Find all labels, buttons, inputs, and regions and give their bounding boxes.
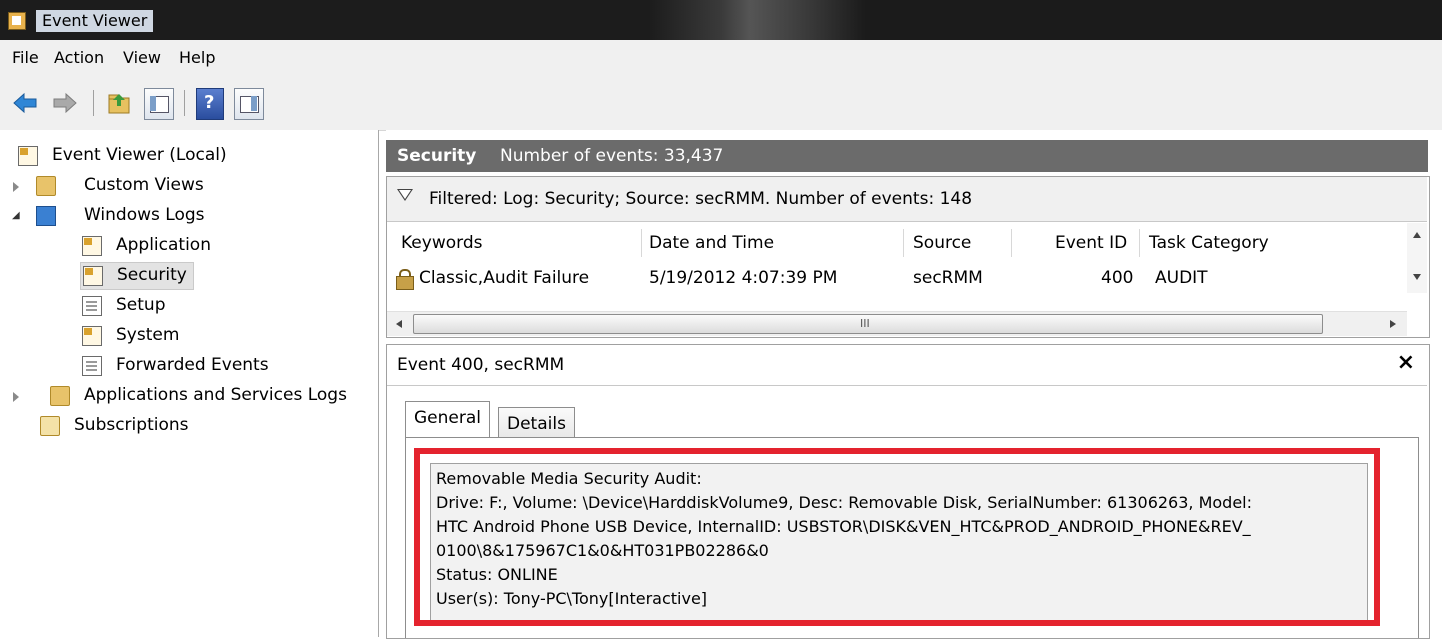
cell-keywords: Classic,Audit Failure (419, 268, 590, 288)
log-icon (83, 266, 103, 286)
toolbar-separator (93, 90, 94, 116)
navigation-tree: Event Viewer (Local) Custom Views ◢ Wind… (0, 130, 379, 637)
event-viewer-icon (18, 146, 38, 166)
show-hide-tree-icon[interactable] (144, 88, 174, 120)
tree-item-custom-views[interactable]: Custom Views (10, 172, 310, 198)
up-folder-icon[interactable] (106, 90, 132, 116)
menu-bar: File Action View Help (0, 40, 1442, 76)
scroll-right-icon[interactable] (1389, 319, 1397, 329)
tree-item-system[interactable]: System (82, 322, 282, 348)
log-icon (82, 236, 102, 256)
windows-logs-icon (36, 206, 56, 226)
filter-bar: Filtered: Log: Security; Source: secRMM.… (387, 177, 1427, 222)
column-header-task-category[interactable]: Task Category (1149, 227, 1269, 259)
event-viewer-icon (8, 12, 26, 30)
column-divider[interactable] (641, 229, 642, 257)
log-icon (82, 326, 102, 346)
tree-item-applications-and-services-logs[interactable]: Applications and Services Logs (10, 382, 370, 408)
tree-item-application[interactable]: Application (82, 232, 282, 258)
menu-action[interactable]: Action (54, 48, 104, 68)
scroll-left-icon[interactable] (395, 319, 403, 329)
back-arrow-icon[interactable] (12, 90, 38, 116)
scroll-down-icon[interactable] (1412, 273, 1422, 281)
column-header-date-time[interactable]: Date and Time (649, 227, 774, 259)
filter-icon (397, 189, 413, 201)
folder-icon (50, 386, 70, 406)
expand-icon[interactable] (13, 182, 19, 192)
column-divider[interactable] (1139, 229, 1140, 257)
vertical-scrollbar[interactable] (1407, 223, 1427, 293)
window-title: Event Viewer (36, 10, 154, 32)
column-divider[interactable] (1011, 229, 1012, 257)
event-count: Number of events: 33,437 (500, 146, 724, 166)
tab-details[interactable]: Details (498, 407, 575, 438)
collapse-icon[interactable]: ◢ (12, 211, 20, 221)
menu-file[interactable]: File (12, 48, 39, 68)
help-icon[interactable]: ? (196, 88, 224, 120)
cell-date-time: 5/19/2012 4:07:39 PM (649, 268, 838, 288)
tree-item-forwarded-events[interactable]: Forwarded Events (82, 352, 322, 378)
horizontal-scrollbar[interactable]: III (387, 311, 1407, 336)
lock-icon (395, 268, 414, 290)
scrollbar-grip: III (860, 317, 870, 330)
highlight-box (414, 448, 1380, 626)
column-header-event-id[interactable]: Event ID (1055, 227, 1127, 259)
column-header-source[interactable]: Source (913, 227, 971, 259)
close-icon[interactable]: × (1397, 351, 1415, 375)
filter-text: Filtered: Log: Security; Source: secRMM.… (429, 189, 973, 209)
column-divider[interactable] (903, 229, 904, 257)
scroll-up-icon[interactable] (1412, 231, 1422, 239)
tree-item-security[interactable]: Security (80, 262, 194, 290)
forward-arrow-icon[interactable] (52, 90, 78, 116)
cell-source: secRMM (913, 268, 983, 288)
cell-event-id: 400 (1101, 268, 1134, 288)
menu-help[interactable]: Help (179, 48, 215, 68)
tree-item-subscriptions[interactable]: Subscriptions (40, 412, 300, 438)
folder-icon (36, 176, 56, 196)
log-header: Security Number of events: 33,437 (386, 140, 1428, 172)
tab-general[interactable]: General (405, 401, 490, 438)
table-row[interactable]: Classic,Audit Failure 5/19/2012 4:07:39 … (395, 263, 1405, 293)
expand-icon[interactable] (13, 392, 19, 402)
log-icon (82, 296, 102, 316)
tree-item-setup[interactable]: Setup (82, 292, 282, 318)
toolbar-separator (184, 90, 185, 116)
event-list-panel: Filtered: Log: Security; Source: secRMM.… (386, 176, 1430, 338)
show-hide-action-pane-icon[interactable] (234, 88, 264, 120)
detail-title: Event 400, secRMM (397, 355, 565, 375)
title-bar: Event Viewer (0, 0, 1442, 40)
log-name: Security (397, 146, 477, 166)
log-icon (82, 356, 102, 376)
cell-task-category: AUDIT (1155, 268, 1208, 288)
subscriptions-icon (40, 416, 60, 436)
toolbar: ? (0, 76, 1442, 131)
scrollbar-thumb[interactable]: III (413, 314, 1323, 334)
detail-header: Event 400, secRMM × (387, 345, 1427, 386)
tree-item-windows-logs[interactable]: ◢ Windows Logs (10, 202, 310, 228)
menu-view[interactable]: View (123, 48, 161, 68)
column-header-keywords[interactable]: Keywords (401, 227, 482, 259)
